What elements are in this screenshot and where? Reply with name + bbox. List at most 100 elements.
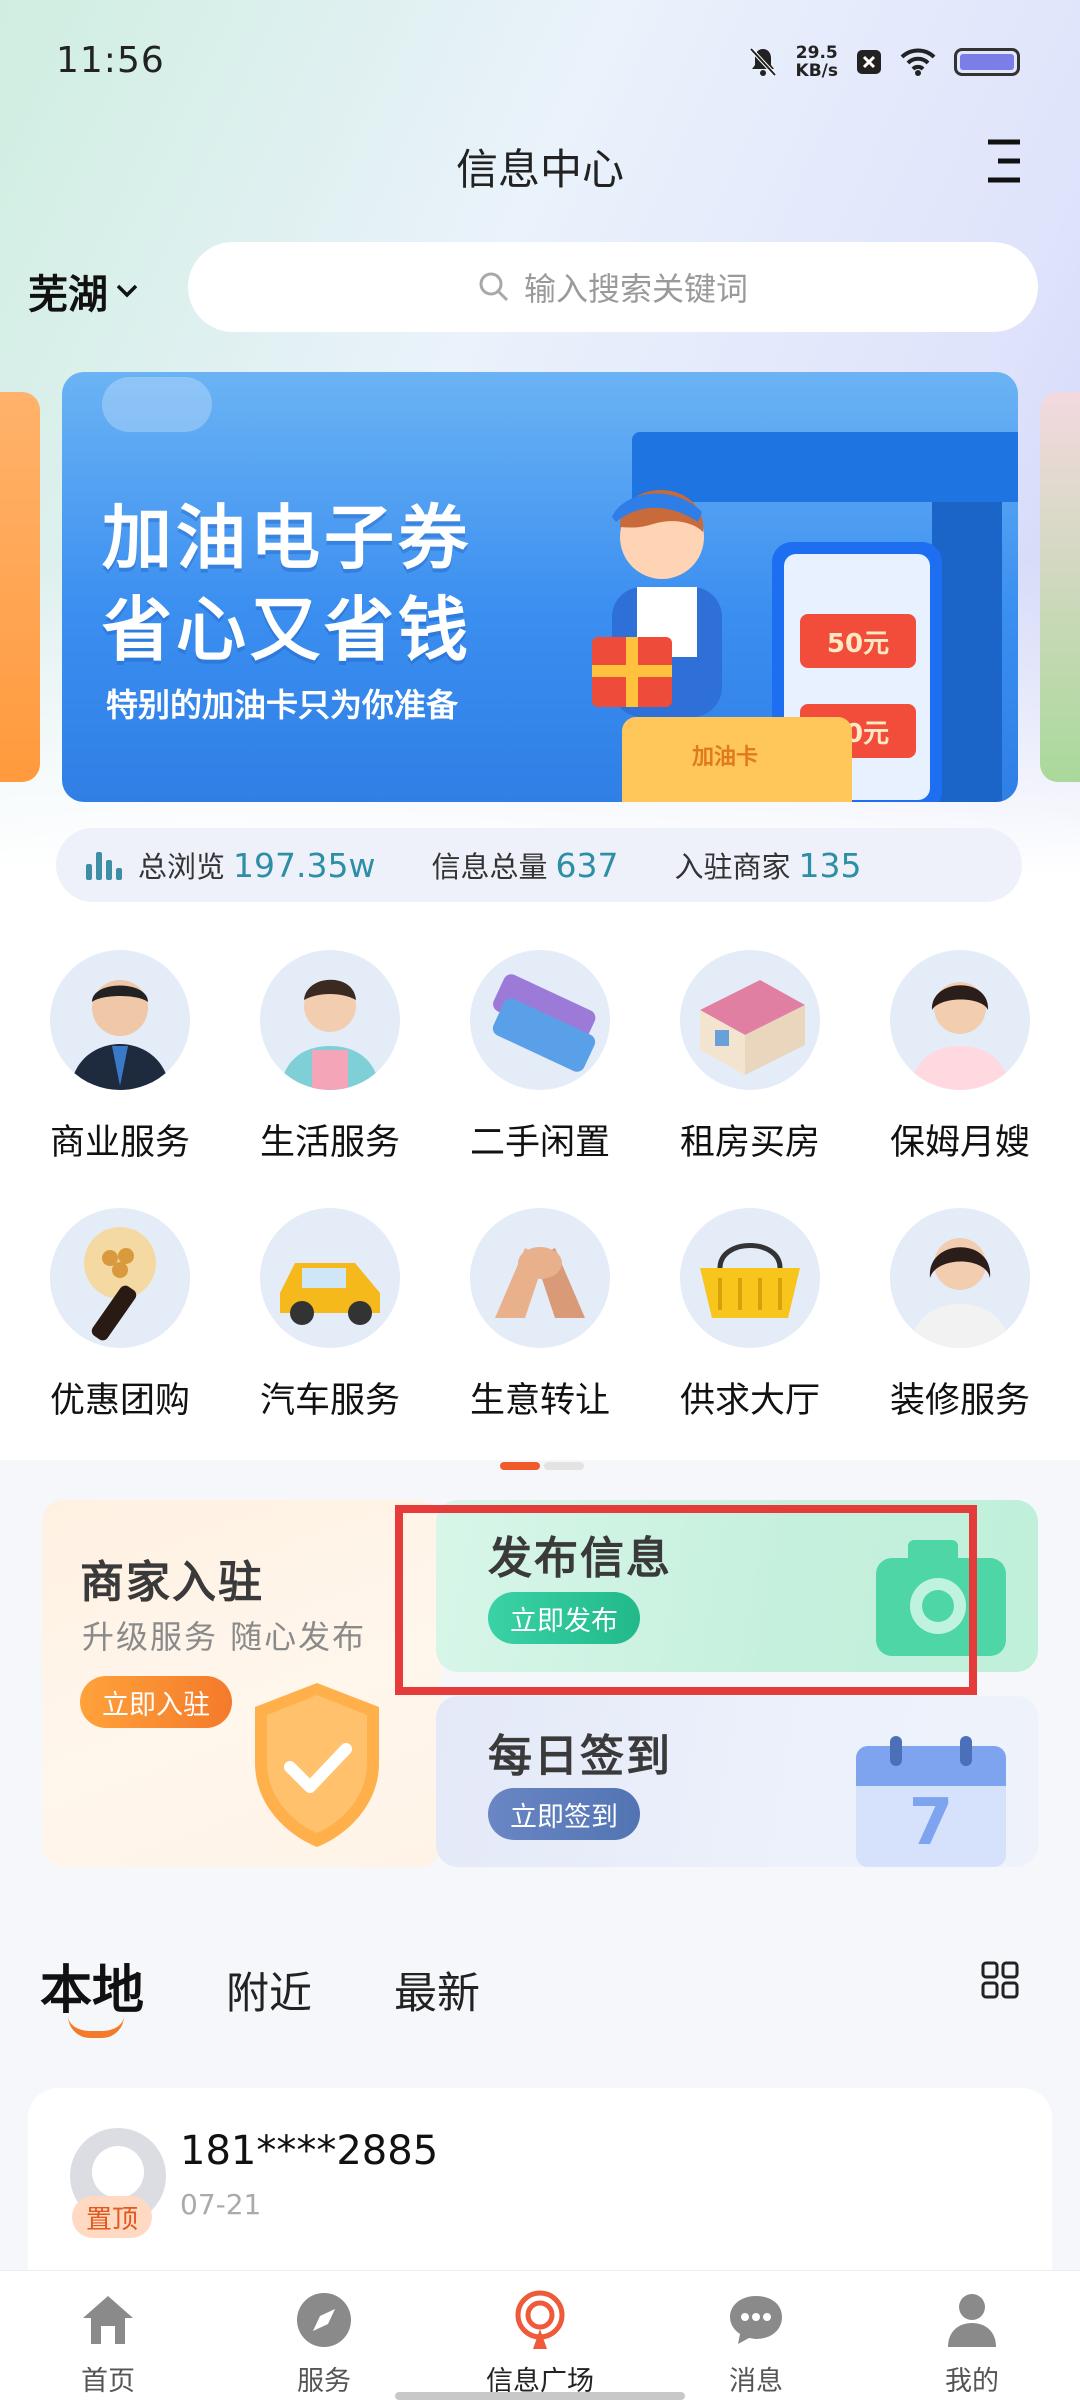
stat-value: 197.35w <box>233 846 376 885</box>
nav-home[interactable]: 首页 <box>0 2289 216 2398</box>
category-label: 优惠团购 <box>49 1381 190 1421</box>
nav-profile[interactable]: 我的 <box>864 2289 1080 2398</box>
category-decoration[interactable]: 装修服务 <box>860 1208 1060 1423</box>
user-icon <box>941 2289 1003 2351</box>
category-business[interactable]: 商业服务 <box>20 950 220 1165</box>
search-icon <box>479 272 509 302</box>
banner-prev-peek[interactable] <box>0 392 40 782</box>
calendar-day: 7 <box>908 1786 954 1860</box>
compass-icon <box>293 2289 355 2351</box>
net-speed: 29.5 KB/s <box>796 44 838 80</box>
city-selector[interactable]: 芜湖 <box>28 262 138 320</box>
category-label: 供求大厅 <box>679 1381 820 1421</box>
chat-icon <box>725 2289 787 2351</box>
status-time: 11:56 <box>56 40 165 81</box>
banner-cloud <box>102 377 212 432</box>
stat-label: 入驻商家 <box>674 850 791 884</box>
attendant-illustration <box>592 490 722 717</box>
housekeeper-icon <box>260 950 400 1090</box>
banner-headline-line1: 加油电子券 <box>102 497 472 579</box>
banner-headline: 加油电子券 省心又省钱 <box>102 492 472 676</box>
stat-value: 135 <box>798 846 862 885</box>
category-label: 生活服务 <box>259 1123 400 1163</box>
post-author-phone: 181****2885 <box>180 2128 439 2174</box>
category-group-buy[interactable]: 优惠团购 <box>20 1208 220 1423</box>
stat-label: 信息总量 <box>431 850 548 884</box>
nav-label: 我的 <box>945 2366 999 2397</box>
merchant-join-card[interactable]: 商家入驻 升级服务 随心发布 立即入驻 <box>42 1500 442 1867</box>
signin-card-title: 每日签到 <box>488 1731 672 1782</box>
daily-signin-card[interactable]: 每日签到 立即签到 7 <box>436 1696 1038 1867</box>
wine-snacks-icon <box>50 1208 190 1348</box>
category-nanny[interactable]: 保姆月嫂 <box>860 950 1060 1165</box>
house-icon <box>680 950 820 1090</box>
businessman-icon <box>50 950 190 1090</box>
signin-now-button[interactable]: 立即签到 <box>488 1788 640 1840</box>
category-label: 二手闲置 <box>469 1123 610 1163</box>
tab-local[interactable]: 本地 <box>40 1948 145 2038</box>
smartphone-icon <box>470 950 610 1090</box>
calendar-icon: 7 <box>856 1736 1006 1867</box>
net-speed-value: 29.5 <box>795 43 838 63</box>
category-secondhand[interactable]: 二手闲置 <box>440 950 640 1165</box>
merchant-join-button[interactable]: 立即入驻 <box>80 1676 232 1728</box>
shield-check-icon <box>255 1683 379 1847</box>
pinned-badge: 置顶 <box>72 2196 153 2238</box>
status-icons: 29.5 KB/s <box>748 44 1020 80</box>
battery-icon <box>954 48 1020 76</box>
decorator-icon <box>890 1208 1030 1348</box>
category-housing[interactable]: 租房买房 <box>650 950 850 1165</box>
search-placeholder: 输入搜索关键词 <box>523 270 748 308</box>
page-indicator-active <box>500 1462 540 1470</box>
nanny-icon <box>890 950 1030 1090</box>
tab-latest[interactable]: 最新 <box>394 1959 480 2021</box>
banner-headline-line2: 省心又省钱 <box>102 589 472 671</box>
banner-subtitle: 特别的加油卡只为你准备 <box>106 686 459 724</box>
nav-label: 首页 <box>81 2366 135 2397</box>
bottom-nav: 首页 服务 信息广场 消息 我的 <box>0 2270 1080 2408</box>
stats-bar: 总浏览 197.35w 信息总量 637 入驻商家 135 <box>56 828 1022 902</box>
category-supply-demand[interactable]: 供求大厅 <box>650 1208 850 1423</box>
banner-fuel-card-label: 加油卡 <box>692 745 759 770</box>
post-date: 07-21 <box>180 2188 262 2221</box>
close-box-icon <box>857 50 881 74</box>
chevron-down-icon <box>116 284 138 298</box>
page-title: 信息中心 <box>455 145 624 194</box>
menu-icon[interactable] <box>984 138 1024 184</box>
bell-off-icon <box>749 47 777 77</box>
nav-messages[interactable]: 消息 <box>648 2289 864 2398</box>
city-label: 芜湖 <box>28 272 108 318</box>
stat-total-info: 信息总量 637 <box>431 844 618 886</box>
stat-label: 总浏览 <box>138 850 226 884</box>
nav-services[interactable]: 服务 <box>216 2289 432 2398</box>
stat-total-views: 总浏览 197.35w <box>138 844 375 886</box>
feed-tabs: 本地 附近 最新 <box>40 1948 562 2038</box>
highlight-box <box>395 1505 977 1695</box>
category-label: 装修服务 <box>889 1381 1030 1421</box>
bar-chart-icon <box>86 850 122 880</box>
banner-fuel-card: 加油卡 <box>622 717 852 802</box>
search-input[interactable]: 输入搜索关键词 <box>188 242 1038 332</box>
category-transfer[interactable]: 生意转让 <box>440 1208 640 1423</box>
status-bar: 11:56 29.5 KB/s <box>0 0 1080 120</box>
home-indicator <box>395 2392 685 2400</box>
tab-label: 本地 <box>40 1961 145 2021</box>
broadcast-icon <box>509 2289 571 2351</box>
category-label: 生意转让 <box>469 1381 610 1421</box>
category-label: 汽车服务 <box>259 1381 400 1421</box>
category-label: 租房买房 <box>679 1123 820 1163</box>
banner-gas-station-pillar <box>932 502 1002 802</box>
nav-info-square[interactable]: 信息广场 <box>432 2289 648 2398</box>
tab-active-indicator <box>68 2016 124 2038</box>
handshake-icon <box>470 1208 610 1348</box>
net-speed-unit: KB/s <box>795 61 838 81</box>
category-car[interactable]: 汽车服务 <box>230 1208 430 1423</box>
tab-nearby[interactable]: 附近 <box>226 1959 312 2021</box>
category-life[interactable]: 生活服务 <box>230 950 430 1165</box>
banner-next-peek[interactable] <box>1040 392 1080 782</box>
grid-view-icon[interactable] <box>980 1960 1020 2000</box>
basket-icon <box>680 1208 820 1348</box>
home-icon <box>77 2289 139 2351</box>
merchant-card-subtitle: 升级服务 随心发布 <box>82 1618 367 1656</box>
promo-banner[interactable]: 加油电子券 省心又省钱 特别的加油卡只为你准备 50元 50元 加油卡 <box>62 372 1018 802</box>
